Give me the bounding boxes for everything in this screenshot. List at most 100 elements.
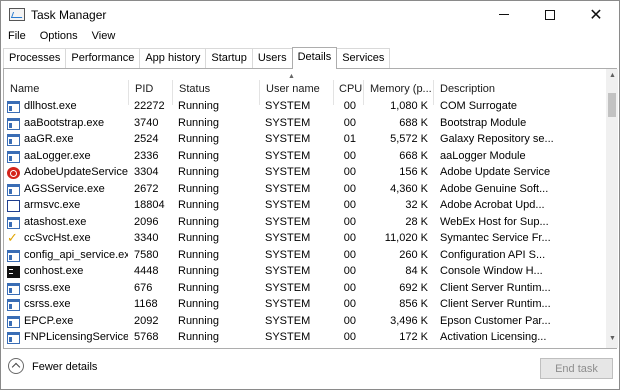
process-description: WebEx Host for Sup...	[440, 215, 549, 228]
process-pid: 7580	[134, 248, 159, 261]
process-status: Running	[178, 298, 219, 310]
generic-app-icon	[7, 249, 20, 262]
maximize-button[interactable]	[527, 1, 573, 28]
process-status: Running	[178, 314, 219, 327]
process-pid: 2092	[134, 314, 159, 327]
process-name: ccSvcHst.exe	[24, 232, 91, 244]
process-user-name: SYSTEM	[265, 265, 311, 277]
tab-performance[interactable]: Performance	[65, 48, 141, 69]
process-user-name: SYSTEM	[265, 149, 311, 162]
process-user-name: SYSTEM	[265, 215, 311, 228]
process-memory: 260 K	[399, 248, 428, 261]
table-row[interactable]: aaLogger.exe 2336 Running SYSTEM 00 668 K aaLo…	[4, 149, 606, 166]
table-row[interactable]: csrss.exe 676 Running SYSTEM 00 692 K Client S…	[4, 281, 606, 298]
process-description: Adobe Acrobat Upd...	[440, 199, 545, 211]
tab-details[interactable]: Details	[291, 47, 338, 69]
table-row[interactable]: aaBootstrap.exe 3740 Running SYSTEM 00 688 K B…	[4, 116, 606, 133]
window-title: Task Manager	[31, 8, 107, 22]
generic-app-icon	[7, 216, 20, 229]
menu-file[interactable]: File	[1, 28, 33, 47]
console-icon	[7, 266, 20, 278]
process-pid: 2096	[134, 215, 159, 228]
generic-app-icon	[7, 332, 20, 344]
process-status: Running	[178, 149, 219, 162]
process-pid: 22272	[134, 100, 165, 112]
process-name: csrss.exe	[24, 281, 71, 294]
process-pid: 1168	[134, 298, 158, 310]
tab-processes[interactable]: Processes	[3, 48, 67, 69]
process-memory: 156 K	[399, 166, 428, 178]
sort-ascending-icon: ▲	[288, 73, 295, 80]
process-status: Running	[178, 331, 219, 343]
process-cpu: 00	[343, 182, 356, 195]
tab-users[interactable]: Users	[251, 48, 293, 69]
vertical-scrollbar[interactable]: ▲ ▼	[606, 69, 618, 348]
process-user-name: SYSTEM	[265, 199, 311, 211]
table-row[interactable]: dllhost.exe 22272 Running SYSTEM 00 1,080 K CO…	[4, 99, 606, 116]
close-button[interactable]: ✕	[573, 1, 619, 28]
table-row[interactable]: AdobeUpdateService... 3304 Running SYSTEM 00…	[4, 165, 606, 182]
process-user-name: SYSTEM	[265, 182, 311, 195]
process-pid: 5768	[134, 331, 159, 343]
process-description: Adobe Update Service	[440, 166, 551, 178]
table-row[interactable]: config_api_service.exe 7580 Running SYSTEM 0…	[4, 248, 606, 265]
generic-app-icon	[7, 117, 20, 130]
process-cpu: 00	[343, 100, 356, 112]
table-row[interactable]: EPCP.exe 2092 Running SYSTEM 00 3,496 K Epson …	[4, 314, 606, 331]
tab-startup[interactable]: Startup	[205, 48, 253, 69]
generic-app-icon	[7, 101, 20, 113]
process-pid: 2336	[134, 149, 159, 162]
process-user-name: SYSTEM	[265, 281, 311, 294]
end-task-button[interactable]: End task	[540, 358, 613, 379]
generic-app-icon	[7, 183, 20, 196]
process-memory: 172 K	[399, 331, 428, 343]
tab-services[interactable]: Services	[336, 48, 391, 69]
table-row[interactable]: ✓ ccSvcHst.exe 3340 Running SYSTEM 00 11,020 K…	[4, 231, 606, 248]
process-user-name: SYSTEM	[265, 298, 311, 310]
table-row[interactable]: aaGR.exe 2524 Running SYSTEM 01 5,572 K Galaxy…	[4, 132, 606, 149]
process-name: conhost.exe	[24, 265, 84, 277]
process-name: armsvc.exe	[24, 199, 81, 211]
tab-app-history[interactable]: App history	[139, 48, 207, 69]
tab-strip: Processes Performance App history Startu…	[3, 47, 391, 69]
process-description: Adobe Genuine Soft...	[440, 182, 549, 195]
process-cpu: 00	[343, 298, 356, 310]
minimize-button[interactable]	[481, 1, 527, 28]
table-row[interactable]: AGSService.exe 2672 Running SYSTEM 00 4,360 K…	[4, 182, 606, 199]
process-cpu: 00	[343, 248, 356, 261]
process-cpu: 00	[343, 232, 356, 244]
process-name: dllhost.exe	[24, 100, 77, 112]
table-row[interactable]: atashost.exe 2096 Running SYSTEM 00 28 K WebEx…	[4, 215, 606, 232]
process-memory: 11,020 K	[384, 232, 428, 244]
generic-app-icon	[7, 150, 20, 163]
table-row[interactable]: csrss.exe 1168 Running SYSTEM 00 856 K Client …	[4, 297, 606, 314]
process-status: Running	[178, 281, 219, 294]
process-name: AGSService.exe	[24, 182, 105, 195]
process-status: Running	[178, 166, 219, 178]
process-description: Client Server Runtim...	[440, 298, 551, 310]
process-description: COM Surrogate	[440, 100, 518, 112]
table-row[interactable]: FNPLicensingService... 5768 Running SYSTEM 0…	[4, 330, 606, 347]
process-table: ▲ Name PID Status User name CPU Memory (…	[4, 69, 606, 348]
process-memory: 32 K	[405, 199, 428, 211]
scrollbar-thumb[interactable]	[608, 93, 616, 117]
table-row[interactable]: conhost.exe 4448 Running SYSTEM 00 84 K Consol…	[4, 264, 606, 281]
process-pid: 3740	[134, 116, 159, 129]
table-row[interactable]: armsvc.exe 18804 Running SYSTEM 00 32 K Adobe …	[4, 198, 606, 215]
fewer-details-link[interactable]: Fewer details	[32, 361, 97, 373]
task-manager-window: Task Manager ✕ File Options View Process…	[0, 0, 620, 390]
process-name: FNPLicensingService...	[24, 331, 128, 343]
process-memory: 84 K	[405, 265, 428, 277]
scroll-down-arrow-icon[interactable]: ▼	[609, 335, 616, 342]
process-status: Running	[178, 133, 219, 145]
menu-options[interactable]: Options	[33, 28, 85, 47]
process-cpu: 00	[343, 149, 356, 162]
process-memory: 692 K	[399, 281, 428, 294]
menu-view[interactable]: View	[85, 28, 123, 47]
chevron-up-icon[interactable]	[8, 358, 24, 374]
minimize-icon	[499, 14, 509, 15]
close-icon: ✕	[589, 6, 603, 24]
scroll-up-arrow-icon[interactable]: ▲	[609, 72, 616, 79]
process-cpu: 00	[343, 215, 356, 228]
process-name: aaBootstrap.exe	[24, 116, 105, 129]
